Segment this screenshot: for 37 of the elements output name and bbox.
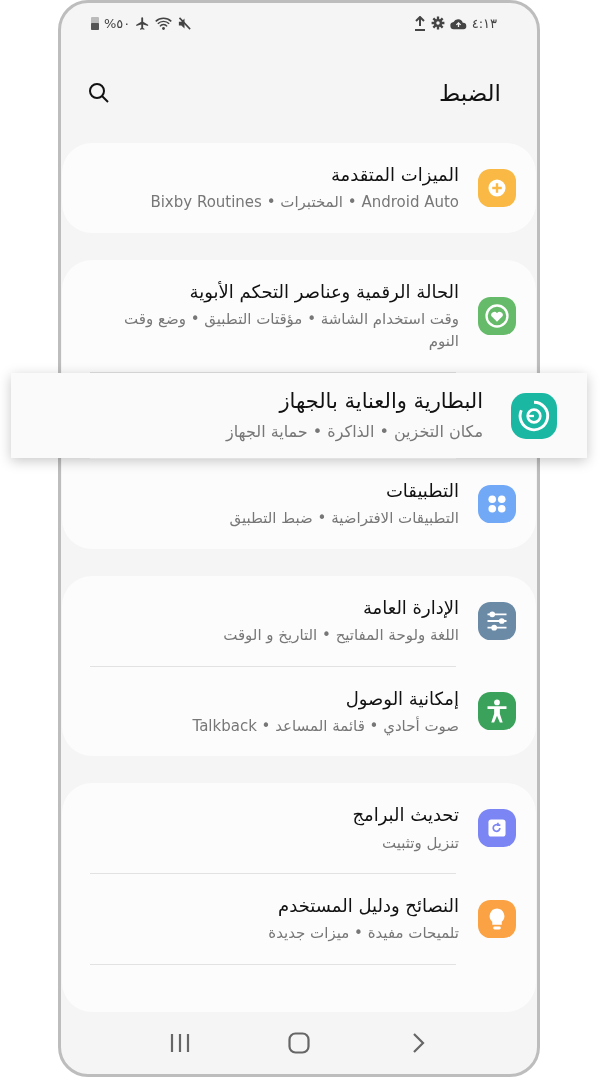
item-subtitle: تنزيل وتثبيت [381,832,459,854]
home-icon[interactable] [288,1032,310,1054]
settings-item[interactable]: البطارية والعناية بالجهاز مكان التخزين • الذاكرة • حماية الجهاز [11,372,587,459]
wifi-icon [155,15,173,31]
upload-icon [413,15,426,31]
item-title: الحالة الرقمية وعناصر التحكم الأبوية [188,279,459,304]
item-subtitle: اللغة ولوحة المفاتيح • التاريخ و الوقت [223,625,459,647]
settings-item[interactable]: الإدارة العامة اللغة ولوحة المفاتيح • التاريخ و الوقت [62,575,536,666]
cloud-icon [449,16,467,30]
item-title: البطارية والعناية بالجهاز [277,387,483,415]
settings-item[interactable]: الحالة الرقمية وعناصر التحكم الأبوية وقت استخدام الشاشة • مؤقتات التطبيق • وضع وقت النوم [62,259,536,372]
item-title: تحديث البرامج [352,803,459,828]
clock-time: ٤:١٣ [471,15,497,31]
item-subtitle: مكان التخزين • الذاكرة • حماية الجهاز [225,421,483,444]
item-title: التطبيقات [384,479,459,504]
item-subtitle: تلميحات مفيدة • ميزات جديدة [268,923,459,945]
item-subtitle: صوت أحادي • قائمة المساعد • Talkback [192,715,459,738]
item-subtitle: Android Auto • المختبرات • Bixby Routines [150,192,459,214]
item-subtitle: وقت استخدام الشاشة • مؤقتات التطبيق • وضع وقت النوم [123,308,459,353]
battery-icon [91,16,99,30]
settings-item[interactable]: إمكانية الوصول صوت أحادي • قائمة المساعد • Talkback [62,666,536,757]
item-title: الميزات المتقدمة [329,163,459,188]
mute-icon [177,15,193,31]
page-title: الضبط [438,80,501,106]
settings-item[interactable]: النصائح ودليل المستخدم تلميحات مفيدة • ميزات جديدة [62,874,536,964]
item-subtitle: التطبيقات الافتراضية • ضبط التطبيق [229,508,459,530]
settings-item[interactable]: الميزات المتقدمة Android Auto • المختبرات • Bixby Routines [62,143,536,233]
airplane-icon [135,15,151,31]
settings-item[interactable]: تحديث البرامج تنزيل وتثبيت [62,783,536,873]
settings-item[interactable]: التطبيقات التطبيقات الافتراضية • ضبط التطبيق [62,459,536,549]
gear-icon [430,16,445,30]
battery-level: %٥٠ [104,15,131,31]
item-title: النصائح ودليل المستخدم [277,894,459,919]
item-title: إمكانية الوصول [344,686,459,711]
item-title: الإدارة العامة [361,595,459,620]
recents-icon[interactable] [169,1032,192,1054]
search-icon[interactable] [87,81,111,105]
